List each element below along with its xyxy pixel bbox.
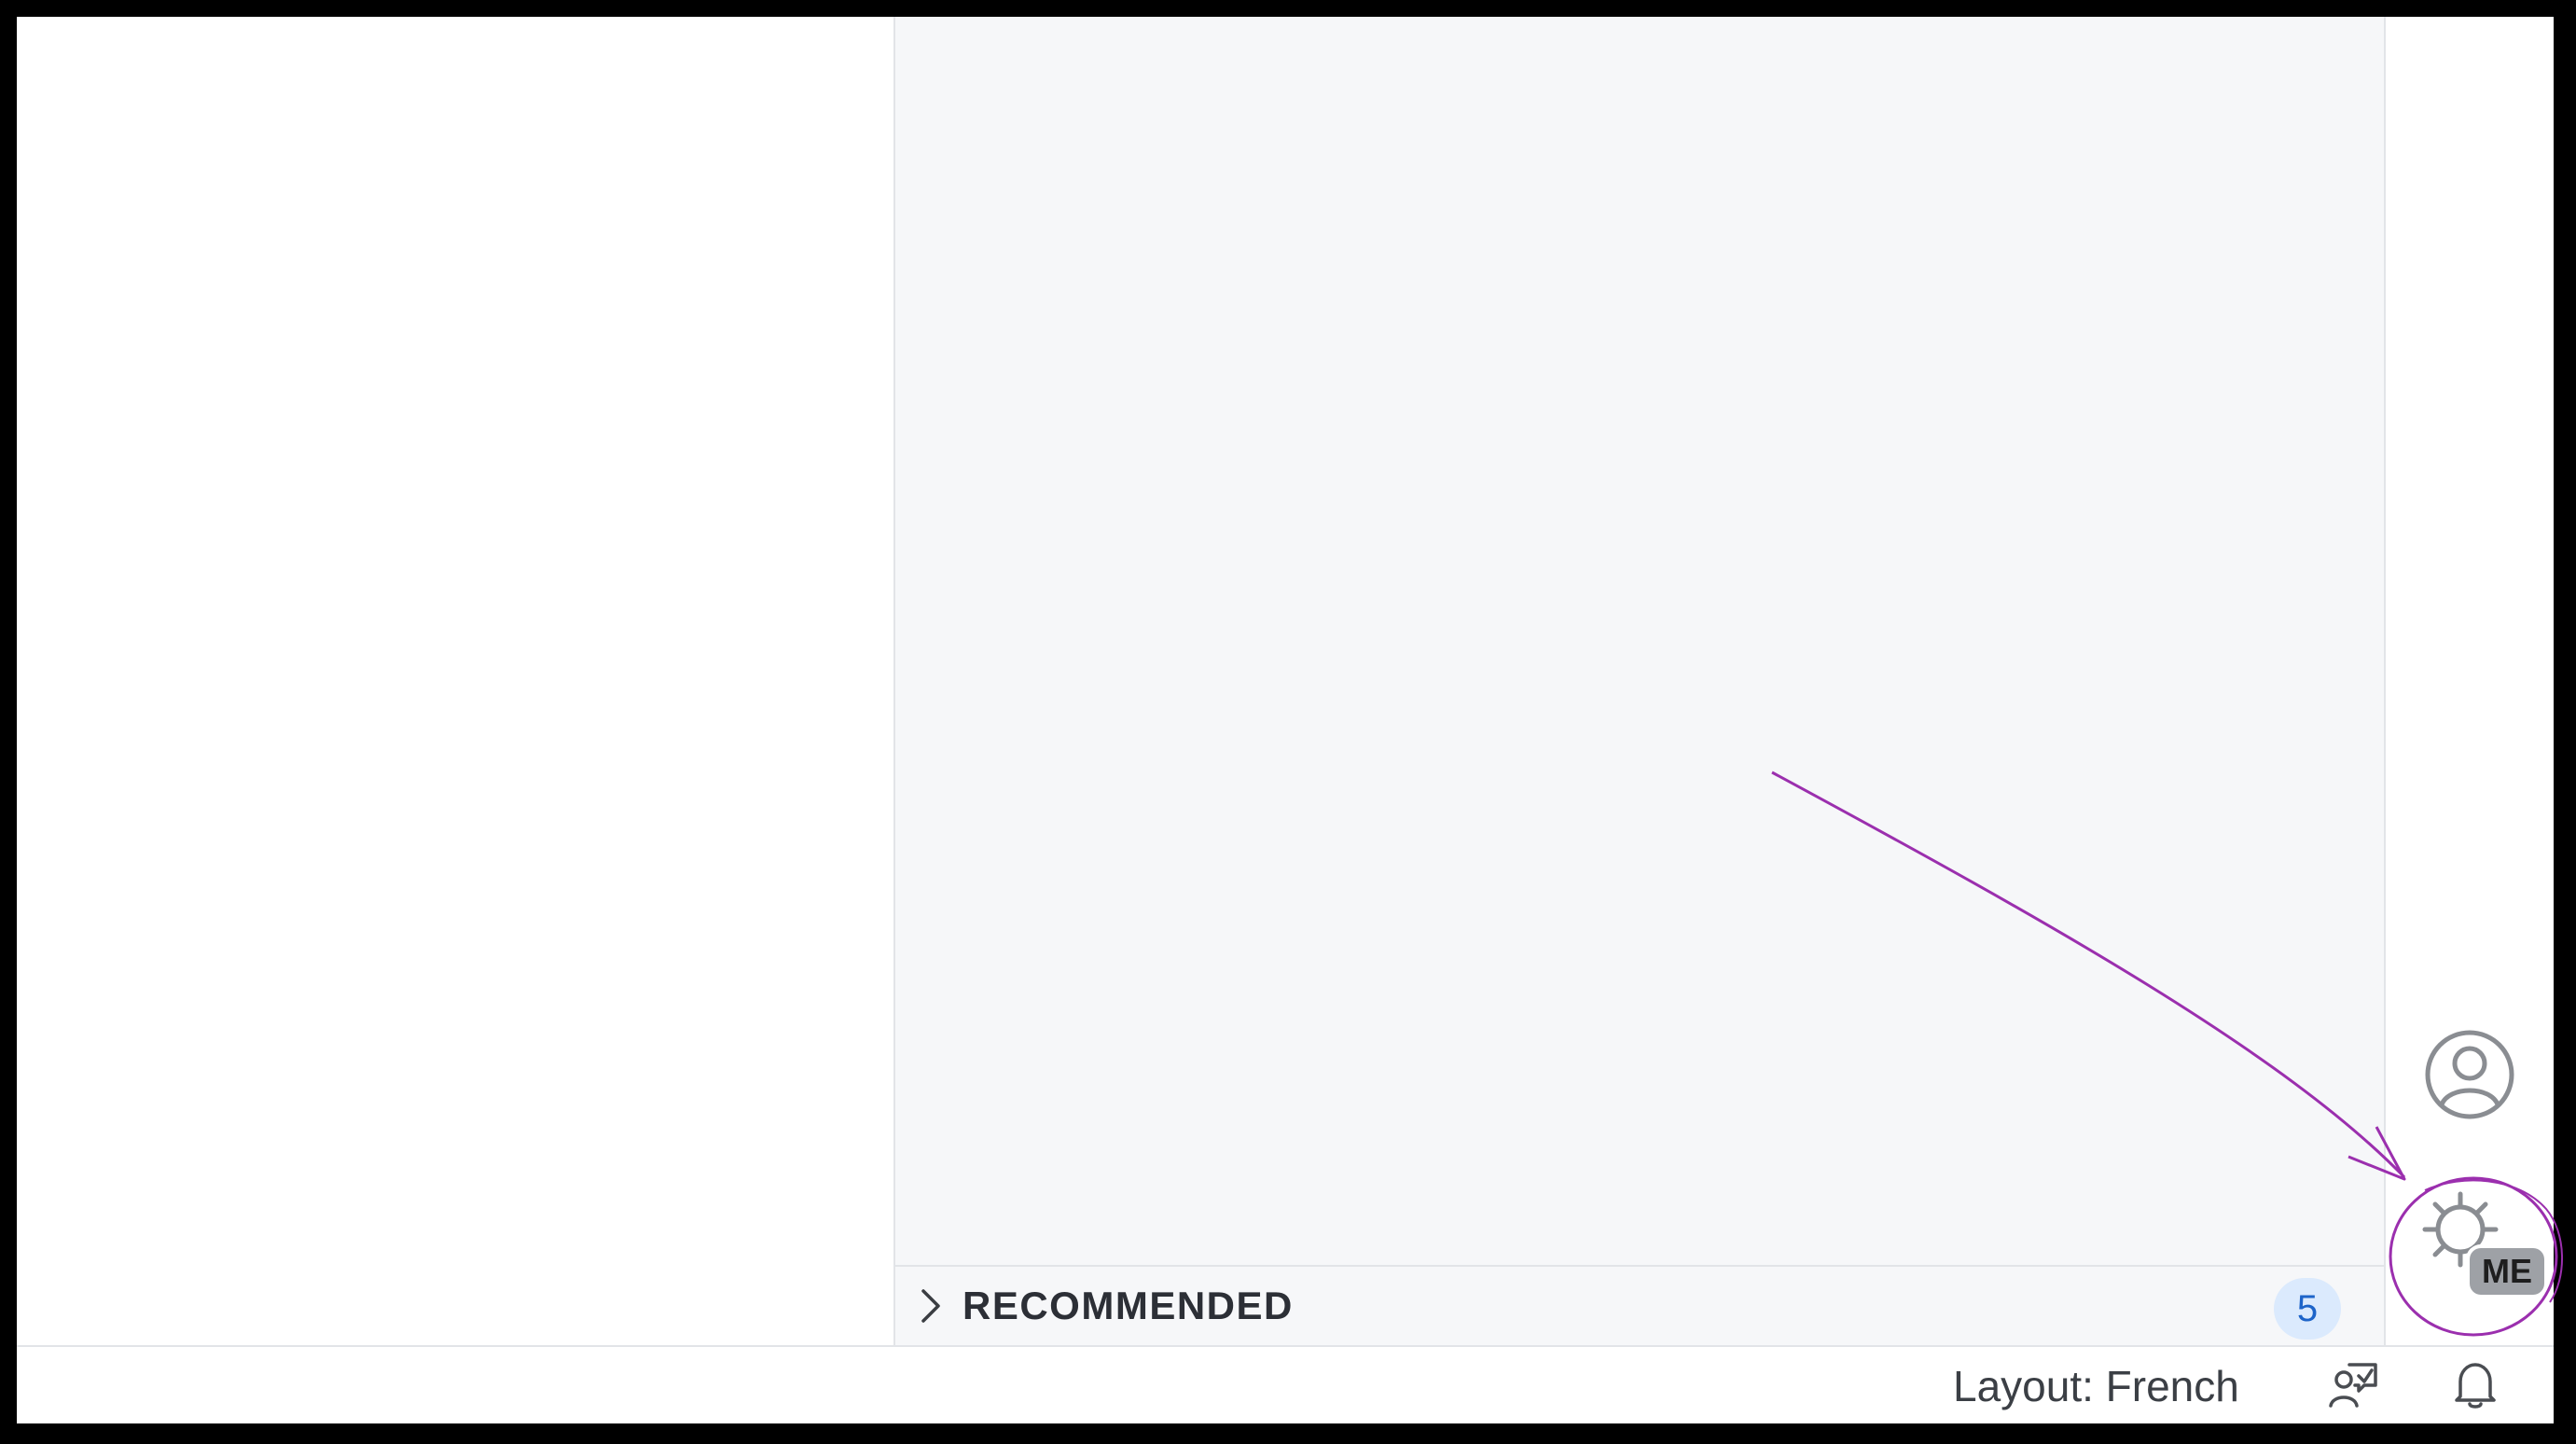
feedback-button[interactable]	[2320, 1354, 2386, 1416]
editor-area	[17, 17, 893, 1345]
bell-icon	[2455, 1363, 2496, 1409]
activity-bar: ME	[2386, 17, 2554, 1345]
notifications-button[interactable]	[2447, 1354, 2503, 1416]
recommended-section-header[interactable]: RECOMMENDED 5	[895, 1265, 2384, 1345]
app-window: RECOMMENDED 5 ME Layout: French	[17, 17, 2554, 1423]
feedback-icon	[2329, 1363, 2377, 1408]
status-bar: Layout: French	[17, 1345, 2554, 1423]
chevron-right-icon[interactable]	[916, 1285, 946, 1326]
manage-badge: ME	[2470, 1248, 2544, 1295]
recommended-section-label: RECOMMENDED	[963, 1284, 1294, 1327]
accounts-button[interactable]	[2419, 1024, 2520, 1125]
recommended-count-badge: 5	[2274, 1278, 2341, 1340]
keyboard-layout-status[interactable]: Layout: French	[1953, 1360, 2239, 1412]
manage-button[interactable]: ME	[2414, 1183, 2544, 1304]
extensions-sidebar: RECOMMENDED 5	[893, 17, 2386, 1345]
account-icon	[2425, 1030, 2514, 1119]
